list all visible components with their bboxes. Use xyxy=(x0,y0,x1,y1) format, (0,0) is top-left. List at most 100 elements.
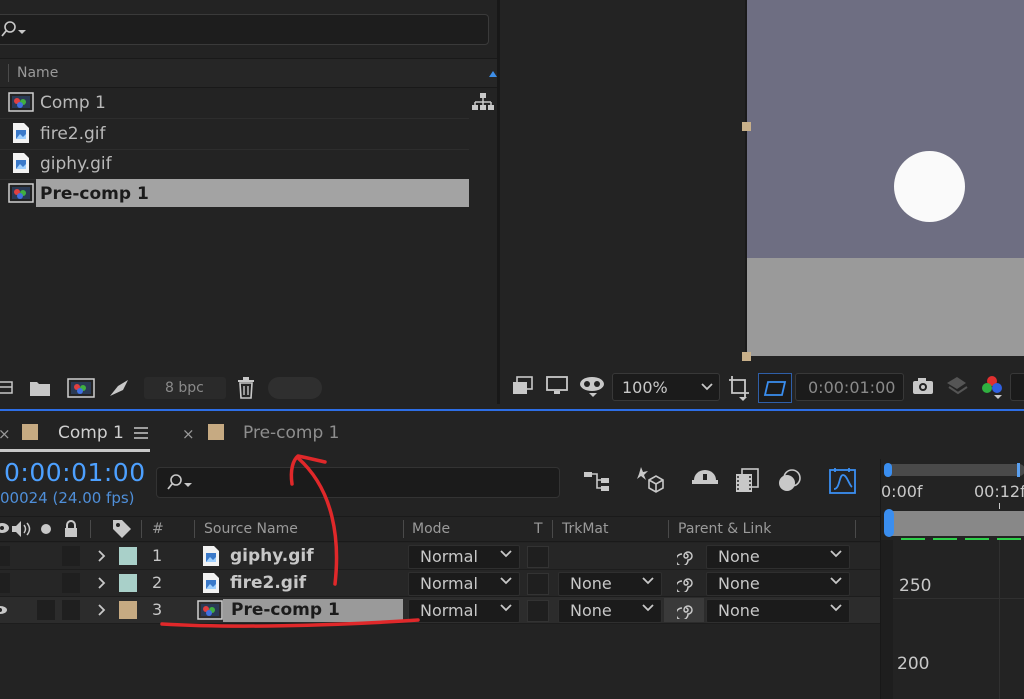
work-area-start-handle[interactable] xyxy=(884,463,892,477)
preserve-transparency-toggle[interactable] xyxy=(527,573,549,595)
layer-row-selected[interactable]: 3 Pre-comp 1 Normal None None xyxy=(0,597,880,624)
viewer-timecode-field[interactable]: 0:00:01:00 xyxy=(795,373,904,401)
resolution-dropdown[interactable] xyxy=(1010,373,1024,401)
layer-color-label[interactable] xyxy=(119,574,137,592)
column-mode: Mode xyxy=(412,521,451,537)
new-composition-icon[interactable] xyxy=(67,378,95,398)
composition-icon xyxy=(8,92,34,112)
video-switch[interactable] xyxy=(0,546,10,566)
tab-comp-1[interactable]: × Comp 1 xyxy=(0,420,150,452)
show-snapshot-icon[interactable] xyxy=(944,375,970,397)
bpc-label: 8 bpc xyxy=(165,380,204,396)
chevron-down-icon xyxy=(500,550,512,558)
menu-icon[interactable] xyxy=(134,427,148,439)
layer-row[interactable]: 2 fire2.gif Normal None None xyxy=(0,570,880,597)
mask-visibility-icon[interactable] xyxy=(579,376,607,398)
audio-icon[interactable] xyxy=(11,520,33,538)
graph-editor-icon[interactable] xyxy=(829,467,857,495)
shy-layers-icon[interactable] xyxy=(691,468,719,492)
tab-pre-comp-1[interactable]: × Pre-comp 1 xyxy=(180,420,350,452)
trash-icon[interactable] xyxy=(236,377,256,399)
lock-icon[interactable] xyxy=(63,520,79,538)
transform-handle[interactable] xyxy=(742,352,751,361)
close-icon[interactable]: × xyxy=(0,425,11,443)
image-file-icon xyxy=(203,573,219,593)
viewer-toolbar: 100% 0:00:01:00 xyxy=(500,370,1024,404)
parent-dropdown[interactable]: None xyxy=(706,572,850,596)
search-icon xyxy=(167,474,192,490)
preserve-transparency-toggle[interactable] xyxy=(527,600,549,622)
project-column-header[interactable]: Name xyxy=(0,58,497,88)
motion-blur-icon[interactable] xyxy=(776,468,802,494)
project-item-giphy-gif[interactable]: giphy.gif xyxy=(0,149,469,180)
current-time-indicator[interactable] xyxy=(884,509,894,537)
layer-number: 1 xyxy=(152,546,163,565)
project-item-label: giphy.gif xyxy=(40,154,112,174)
column-source-name[interactable]: Source Name xyxy=(204,521,298,537)
project-search-input[interactable] xyxy=(0,14,489,45)
layer-color-label[interactable] xyxy=(119,601,137,619)
layer-name[interactable]: Pre-comp 1 xyxy=(231,600,340,620)
preserve-transparency-toggle[interactable] xyxy=(527,546,549,568)
snapshot-camera-icon[interactable] xyxy=(912,377,934,395)
video-switch[interactable] xyxy=(0,573,10,593)
composition-flowchart-icon[interactable] xyxy=(583,470,611,494)
chevron-right-icon[interactable] xyxy=(98,577,106,589)
label-tag-icon[interactable] xyxy=(112,519,132,539)
mode-dropdown[interactable]: Normal xyxy=(408,599,520,623)
chevron-right-icon[interactable] xyxy=(98,604,106,616)
layer-color-label[interactable] xyxy=(119,547,137,565)
close-icon[interactable]: × xyxy=(182,425,195,443)
current-time-display[interactable]: 0:00:01:00 xyxy=(4,458,146,487)
region-of-interest-icon[interactable] xyxy=(728,375,754,401)
lock-switch[interactable] xyxy=(62,573,80,593)
zoom-dropdown[interactable]: 100% xyxy=(612,373,720,401)
work-area-bar[interactable] xyxy=(886,464,1024,476)
layer-number: 3 xyxy=(152,600,163,619)
pick-whip-icon[interactable] xyxy=(677,574,695,592)
time-navigator[interactable] xyxy=(891,511,1024,536)
comp-color-label xyxy=(208,424,224,440)
pick-whip-icon[interactable] xyxy=(677,601,695,619)
layer-row[interactable]: 1 giphy.gif Normal None xyxy=(0,543,880,570)
project-settings-icon[interactable] xyxy=(108,378,130,398)
composition-icon xyxy=(8,183,34,203)
color-channels-icon[interactable] xyxy=(979,374,1005,400)
timeline-search-input[interactable] xyxy=(156,467,560,498)
chevron-right-icon[interactable] xyxy=(98,550,106,562)
graph-editor-area[interactable]: 250 200 xyxy=(880,540,1024,699)
time-ruler[interactable]: 0:00f 00:12f xyxy=(880,459,1024,541)
video-visibility-icon[interactable] xyxy=(0,521,10,535)
project-item-pre-comp-1[interactable]: Pre-comp 1 xyxy=(0,179,469,209)
layer-number: 2 xyxy=(152,573,163,592)
parent-dropdown[interactable]: None xyxy=(706,599,850,623)
flowchart-icon[interactable] xyxy=(472,93,494,111)
project-item-comp-1[interactable]: Comp 1 xyxy=(0,88,494,119)
new-folder-icon[interactable] xyxy=(29,379,51,397)
parent-dropdown[interactable]: None xyxy=(706,545,850,569)
monitor-icon[interactable] xyxy=(546,376,568,396)
layer-name[interactable]: giphy.gif xyxy=(230,546,314,566)
frame-blending-icon[interactable] xyxy=(734,468,760,494)
solo-icon[interactable] xyxy=(40,523,52,535)
bpc-button[interactable]: 8 bpc xyxy=(144,377,226,399)
mode-dropdown[interactable]: Normal xyxy=(408,572,520,596)
draft-3d-icon[interactable] xyxy=(636,466,664,494)
layer-name-field[interactable]: Pre-comp 1 xyxy=(223,599,403,622)
thumbnail-slider[interactable] xyxy=(268,377,322,399)
transparency-grid-toggle[interactable] xyxy=(758,373,792,403)
eye-icon[interactable] xyxy=(0,604,8,616)
transform-handle[interactable] xyxy=(742,122,751,131)
lock-switch[interactable] xyxy=(62,546,80,566)
trkmat-value: None xyxy=(570,601,612,620)
trkmat-dropdown[interactable]: None xyxy=(558,572,662,596)
lock-switch[interactable] xyxy=(62,600,80,620)
project-item-fire2-gif[interactable]: fire2.gif xyxy=(0,119,469,150)
pick-whip-icon[interactable] xyxy=(677,547,695,565)
layer-name[interactable]: fire2.gif xyxy=(230,573,306,593)
always-preview-icon[interactable] xyxy=(512,376,534,396)
trkmat-dropdown[interactable]: None xyxy=(558,599,662,623)
mode-dropdown[interactable]: Normal xyxy=(408,545,520,569)
solo-switch[interactable] xyxy=(37,600,55,620)
interpret-footage-icon[interactable] xyxy=(0,380,14,396)
